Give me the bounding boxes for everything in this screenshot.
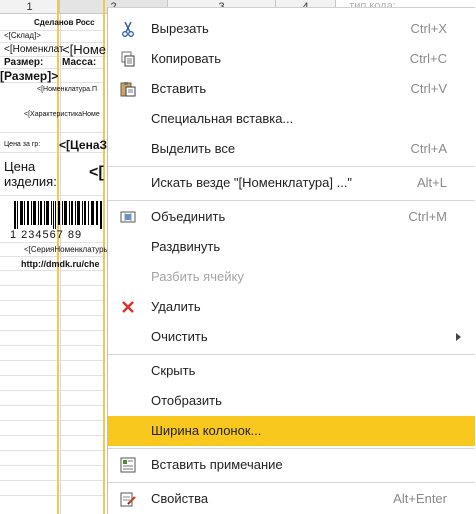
note-icon <box>120 457 136 473</box>
context-menu: Вырезать Ctrl+X Копировать Ctrl+C Встави… <box>107 7 475 514</box>
gridline <box>0 405 106 406</box>
shortcut-text: Alt+Enter <box>393 491 447 506</box>
gridline <box>0 375 106 376</box>
menu-item-insert-note[interactable]: Вставить примечание <box>108 450 475 480</box>
gridline <box>0 465 106 466</box>
menu-item-select-all[interactable]: Выделить все Ctrl+A <box>108 134 475 164</box>
menu-item-label: Вставить примечание <box>151 457 283 472</box>
cell-made-in[interactable]: Сделанов Росс <box>34 18 95 27</box>
shortcut-text: Alt+L <box>417 175 447 190</box>
shortcut-text: Ctrl+X <box>410 21 447 36</box>
cell-size-param[interactable]: [Размер]> <box>0 69 58 83</box>
menu-item-label: Отобразить <box>151 393 222 408</box>
gridline <box>0 435 106 436</box>
menu-item-merge[interactable]: Объединить Ctrl+M <box>108 202 475 232</box>
column-header-1[interactable]: 1 <box>0 0 60 14</box>
gridline <box>0 242 106 243</box>
cell-series[interactable]: <[СерияНоменклатуры <box>24 245 109 254</box>
menu-item-split-cell[interactable]: Разбить ячейку <box>108 262 475 292</box>
menu-item-label: Искать везде "[Номенклатура] ..." <box>151 175 353 190</box>
menu-item-cut[interactable]: Вырезать Ctrl+X <box>108 14 475 44</box>
gridline <box>0 195 106 196</box>
cell-price-big[interactable]: <[ <box>89 164 104 182</box>
properties-icon <box>120 492 136 507</box>
gridline <box>0 300 106 301</box>
menu-item-label: Ширина колонок... <box>151 423 262 438</box>
menu-item-hide[interactable]: Скрыть <box>108 356 475 386</box>
gridline <box>0 360 106 361</box>
menu-separator <box>108 482 475 483</box>
gridline <box>0 315 106 316</box>
shortcut-text: Ctrl+C <box>409 51 447 66</box>
gridline <box>0 345 106 346</box>
menu-item-label: Очистить <box>151 329 208 344</box>
cell-price-label-2[interactable]: изделия: <box>4 174 57 189</box>
menu-item-label: Специальная вставка... <box>151 111 294 126</box>
shortcut-text: Ctrl+M <box>408 209 447 224</box>
gridline <box>0 330 106 331</box>
gridline <box>0 132 106 133</box>
cell-characteristic[interactable]: <[ХарактеристикаНоме <box>24 111 100 118</box>
menu-item-column-width[interactable]: Ширина колонок... <box>108 416 475 446</box>
menu-item-label: Вырезать <box>151 21 209 36</box>
cell-size-label[interactable]: Размер: <box>4 57 43 68</box>
cell-price-label-1[interactable]: Цена <box>4 159 35 174</box>
menu-item-show[interactable]: Отобразить <box>108 386 475 416</box>
shortcut-text: Ctrl+V <box>410 81 447 96</box>
cell-mass-label[interactable]: Масса: <box>62 57 96 68</box>
menu-item-label: Объединить <box>151 209 226 224</box>
menu-item-label: Выделить все <box>151 141 236 156</box>
shortcut-text: Ctrl+A <box>410 141 447 156</box>
gridline <box>0 285 106 286</box>
column-width-marker <box>103 0 105 514</box>
menu-item-search-everywhere[interactable]: Искать везде "[Номенклатура] ..." Alt+L <box>108 168 475 198</box>
gridline <box>0 495 106 496</box>
menu-item-label: Раздвинуть <box>151 239 221 254</box>
barcode-digits: 1 234567 89 <box>10 229 83 241</box>
cell-nomenclature-large[interactable]: <[Номе <box>62 42 106 57</box>
gridline <box>0 420 106 421</box>
merge-cells-icon <box>120 211 136 223</box>
menu-item-label: Разбить ячейку <box>151 269 244 284</box>
scissors-icon <box>122 21 134 37</box>
menu-item-label: Свойства <box>151 491 209 506</box>
menu-item-spread[interactable]: Раздвинуть <box>108 232 475 262</box>
cell-warehouse[interactable]: <[Склад]> <box>4 31 41 40</box>
menu-item-copy[interactable]: Копировать Ctrl+C <box>108 44 475 74</box>
cell-url[interactable]: http://dmdk.ru/che <box>21 259 100 269</box>
cell-price-param[interactable]: <[ЦенаЗ <box>59 138 107 152</box>
cell-nomenclature[interactable]: <[Номенклат <box>4 44 64 55</box>
menu-item-paste[interactable]: Вставить Ctrl+V <box>108 74 475 104</box>
menu-item-paste-special[interactable]: Специальная вставка... <box>108 104 475 134</box>
gridline <box>0 270 106 271</box>
cell-price-per-gram-label[interactable]: Цена за гр: <box>4 141 40 148</box>
menu-separator <box>108 200 475 201</box>
menu-item-label: Вставить <box>151 81 207 96</box>
menu-item-label: Скрыть <box>151 363 196 378</box>
menu-item-clear[interactable]: Очистить <box>108 322 475 352</box>
gridline <box>0 152 106 153</box>
menu-separator <box>108 448 475 449</box>
paste-icon <box>120 82 136 97</box>
menu-separator <box>108 166 475 167</box>
menu-separator <box>108 354 475 355</box>
menu-item-properties[interactable]: Свойства Alt+Enter <box>108 484 475 514</box>
gridline <box>0 480 106 481</box>
gridline <box>0 256 106 257</box>
menu-item-label: Копировать <box>151 51 221 66</box>
copy-icon <box>121 51 135 67</box>
submenu-arrow-icon <box>456 333 461 341</box>
cell-nomenclature-small[interactable]: <[Номенклатура.П <box>37 86 97 93</box>
menu-item-delete[interactable]: Удалить <box>108 292 475 322</box>
delete-x-icon <box>122 301 134 313</box>
menu-item-label: Удалить <box>151 299 201 314</box>
gridline <box>0 450 106 451</box>
gridline <box>0 390 106 391</box>
